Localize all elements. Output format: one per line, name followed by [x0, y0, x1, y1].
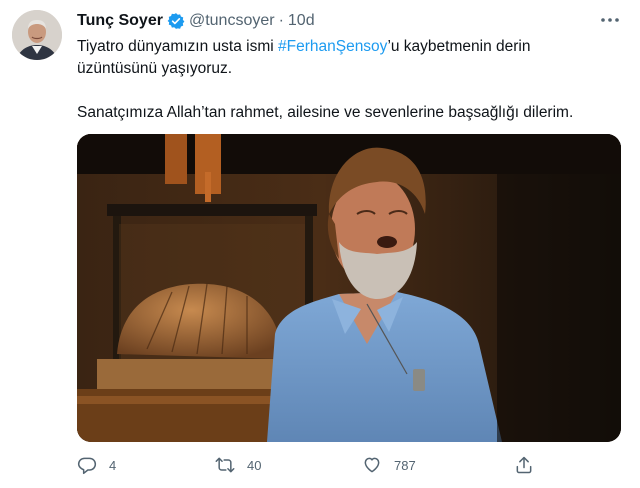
avatar[interactable] [12, 10, 62, 60]
share-icon [516, 456, 532, 474]
reply-icon [77, 457, 97, 475]
tweet-media-photo[interactable] [77, 134, 621, 442]
retweet-count: 40 [247, 457, 262, 473]
tweet-paragraph-2: Sanatçımıza Allah’tan rahmet, ailesine v… [77, 104, 574, 121]
retweet-icon [215, 457, 235, 473]
avatar-image [12, 10, 62, 60]
more-options-icon[interactable] [598, 10, 622, 30]
author-handle[interactable]: @tuncsoyer [189, 12, 275, 30]
tweet-text: Tiyatro dünyamızın usta ismi #FerhanŞens… [77, 36, 617, 124]
reply-button[interactable]: 4 [77, 452, 116, 478]
author-name[interactable]: Tunç Soyer [77, 12, 163, 30]
tweet-timestamp[interactable]: 10d [288, 12, 315, 30]
tweet[interactable]: Tunç Soyer @tuncsoyer · 10d Tiyatro düny… [0, 0, 640, 488]
tweet-actions: 4 40 787 [77, 452, 547, 478]
retweet-button[interactable]: 40 [215, 452, 261, 478]
like-button[interactable]: 787 [362, 452, 416, 478]
separator-dot: · [278, 12, 284, 29]
share-button[interactable] [514, 452, 534, 478]
verified-badge-icon [167, 13, 185, 29]
text-prefix: Tiyatro dünyamızın usta ismi [77, 38, 278, 55]
text-line1-suffix: ’u kaybetmenin derin [387, 38, 531, 55]
reply-count: 4 [109, 457, 117, 473]
hashtag-link[interactable]: #FerhanŞensoy [278, 38, 387, 55]
tweet-paragraph-1: Tiyatro dünyamızın usta ismi #FerhanŞens… [77, 36, 617, 80]
like-count: 787 [394, 457, 416, 473]
heart-icon [364, 457, 380, 473]
photo-image [77, 134, 621, 442]
text-line2: üzüntüsünü yaşıyoruz. [77, 60, 233, 77]
tweet-header: Tunç Soyer @tuncsoyer · 10d [77, 10, 315, 32]
